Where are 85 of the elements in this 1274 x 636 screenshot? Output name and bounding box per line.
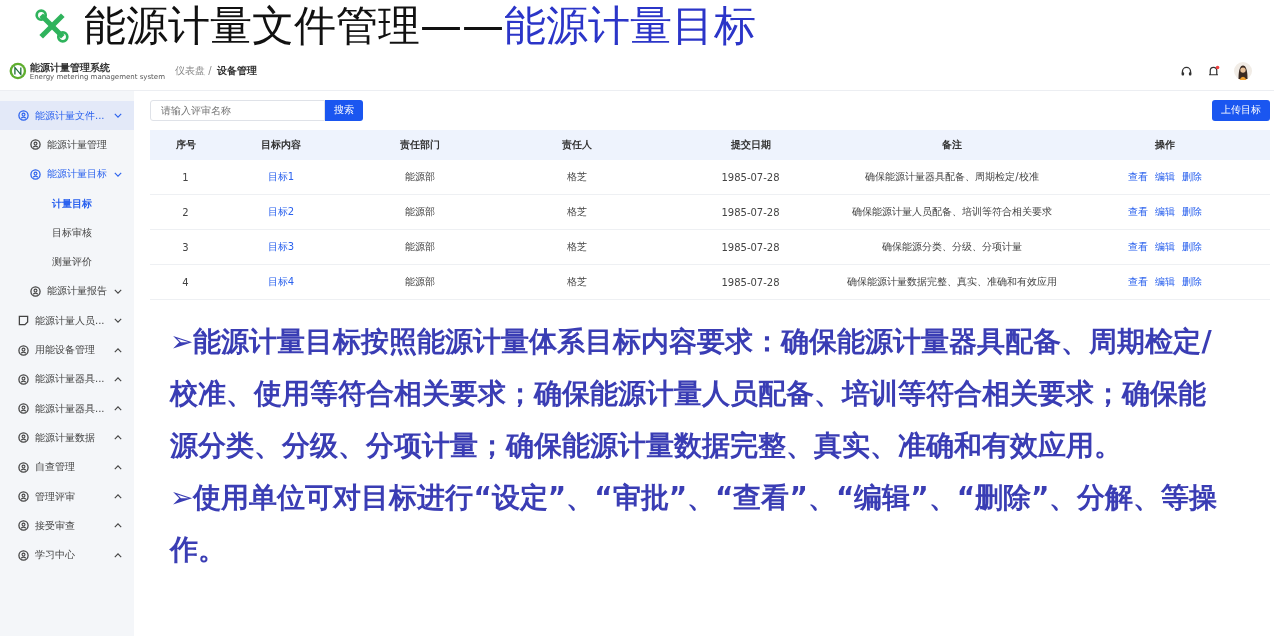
column-header: 责任人 [562, 139, 592, 150]
action-link[interactable]: 查看 [1127, 170, 1148, 184]
sidebar-item[interactable]: 能源计量目标 [0, 159, 134, 189]
column-header: 责任部门 [399, 139, 440, 150]
sidebar-item[interactable]: 目标审核 [0, 218, 134, 248]
table-cell: 1985-07-28 [721, 241, 780, 253]
column-header: 目标内容 [261, 139, 301, 150]
table-cell: 1985-07-28 [721, 171, 780, 183]
table-cell: 能源部 [404, 171, 435, 182]
action-link[interactable]: 查看 [1127, 240, 1148, 254]
action-link[interactable]: 编辑 [1154, 240, 1175, 254]
action-link[interactable]: 删除 [1181, 170, 1202, 184]
table-cell: 能源部 [404, 206, 435, 217]
crossed-tools-icon [34, 8, 70, 44]
user-icon [18, 110, 29, 122]
table-cell: 格芝 [567, 171, 587, 182]
sidebar-item[interactable]: 能源计量管理 [0, 130, 134, 160]
table-cell: 确保能源计量器具配备、周期检定/校准 [865, 171, 1039, 182]
bell-icon[interactable] [1207, 64, 1220, 78]
user-icon [30, 285, 41, 297]
column-header: 序号 [175, 139, 196, 150]
action-link[interactable]: 编辑 [1154, 205, 1175, 219]
user-icon [18, 432, 29, 444]
sidebar-item[interactable]: 学习中心 [0, 540, 134, 570]
user-icon [18, 373, 29, 385]
user-icon [18, 461, 29, 473]
table-cell: 能源部 [404, 276, 435, 287]
sidebar-item[interactable]: 能源计量器具... [0, 364, 134, 394]
table-cell: 确保能源计量人员配备、培训等符合相关要求 [852, 206, 1052, 217]
target-link[interactable]: 目标3 [267, 241, 295, 252]
breadcrumb-item[interactable]: 仪表盘 / [175, 64, 212, 78]
table-cell: 2 [182, 206, 189, 218]
callout-paragraph: ➢能源计量目标按照能源计量体系目标内容要求：确保能源计量器具配备、周期检定/校准、使用等符合相关要求；确保能源计量人员配备、培训等符合相关要求；确保能源分类、分级、分项计量；确保能源计量数据完整、真实、准确和有效应用。 [170, 324, 1213, 464]
table-cell: 1 [182, 171, 189, 183]
user-icon [18, 549, 29, 561]
action-link[interactable]: 查看 [1127, 205, 1148, 219]
sidebar-item[interactable]: 能源计量报告 [0, 276, 134, 307]
note-icon [18, 315, 29, 327]
action-link[interactable]: 删除 [1181, 205, 1202, 219]
user-icon [18, 491, 29, 502]
action-link[interactable]: 编辑 [1154, 275, 1175, 289]
column-header: 操作 [1154, 139, 1175, 150]
column-header: 提交日期 [730, 139, 771, 150]
sidebar-item[interactable]: 接受审查 [0, 511, 134, 541]
table-cell: 1985-07-28 [721, 206, 780, 218]
action-link[interactable]: 查看 [1127, 275, 1148, 289]
user-icon [30, 139, 41, 151]
breadcrumb-item: 设备管理 [216, 64, 257, 78]
avatar[interactable] [1234, 62, 1252, 80]
search-field[interactable]: 请输入评审名称 [150, 99, 325, 121]
action-link[interactable]: 编辑 [1154, 170, 1175, 184]
headset-icon[interactable] [1180, 64, 1193, 78]
sidebar-item[interactable]: 自查管理 [0, 452, 134, 482]
sidebar-item[interactable]: 能源计量人员... [0, 306, 134, 336]
target-link[interactable]: 目标4 [267, 276, 295, 287]
sidebar-item[interactable]: 能源计量数据 [0, 423, 134, 453]
column-header: 备注 [942, 139, 962, 150]
action-link[interactable]: 删除 [1181, 240, 1202, 254]
sidebar-item[interactable]: 能源计量文件... [0, 101, 134, 131]
search-button[interactable]: 搜索 [325, 99, 363, 121]
slide-title: 能源计量文件管理——能源计量目标 [84, 1, 756, 51]
user-icon [30, 168, 41, 180]
sidebar-item[interactable]: 计量目标 [0, 188, 134, 219]
table-cell: 能源部 [404, 241, 435, 252]
table-cell: 确保能源分类、分级、分项计量 [882, 241, 1022, 252]
user-icon [18, 344, 29, 356]
table-cell: 4 [182, 276, 189, 288]
sidebar-item[interactable]: 能源计量器具... [0, 393, 134, 424]
action-link[interactable]: 删除 [1181, 275, 1202, 289]
target-link[interactable]: 目标2 [267, 206, 295, 217]
sidebar-item[interactable]: 测量评价 [0, 247, 134, 277]
upload-button[interactable]: 上传目标 [1212, 99, 1270, 121]
target-link[interactable]: 目标1 [267, 171, 295, 182]
user-icon [18, 403, 29, 415]
table-cell: 3 [182, 241, 189, 253]
sidebar-item[interactable]: 用能设备管理 [0, 335, 134, 365]
table-cell: 确保能源计量数据完整、真实、准确和有效应用 [847, 276, 1057, 287]
sidebar-item[interactable]: 管理评审 [0, 481, 134, 512]
table-cell: 格芝 [567, 276, 587, 287]
user-icon [18, 520, 29, 532]
table-cell: 格芝 [567, 206, 587, 217]
table-cell: 1985-07-28 [721, 276, 780, 288]
app-name: 能源计量管理系统 [29, 61, 110, 73]
table-cell: 格芝 [567, 241, 587, 252]
callout-paragraph: ➢使用单位可对目标进行“设定”、“审批”、“查看”、“编辑”、“删除”、分解、等操作。 [170, 480, 1219, 568]
